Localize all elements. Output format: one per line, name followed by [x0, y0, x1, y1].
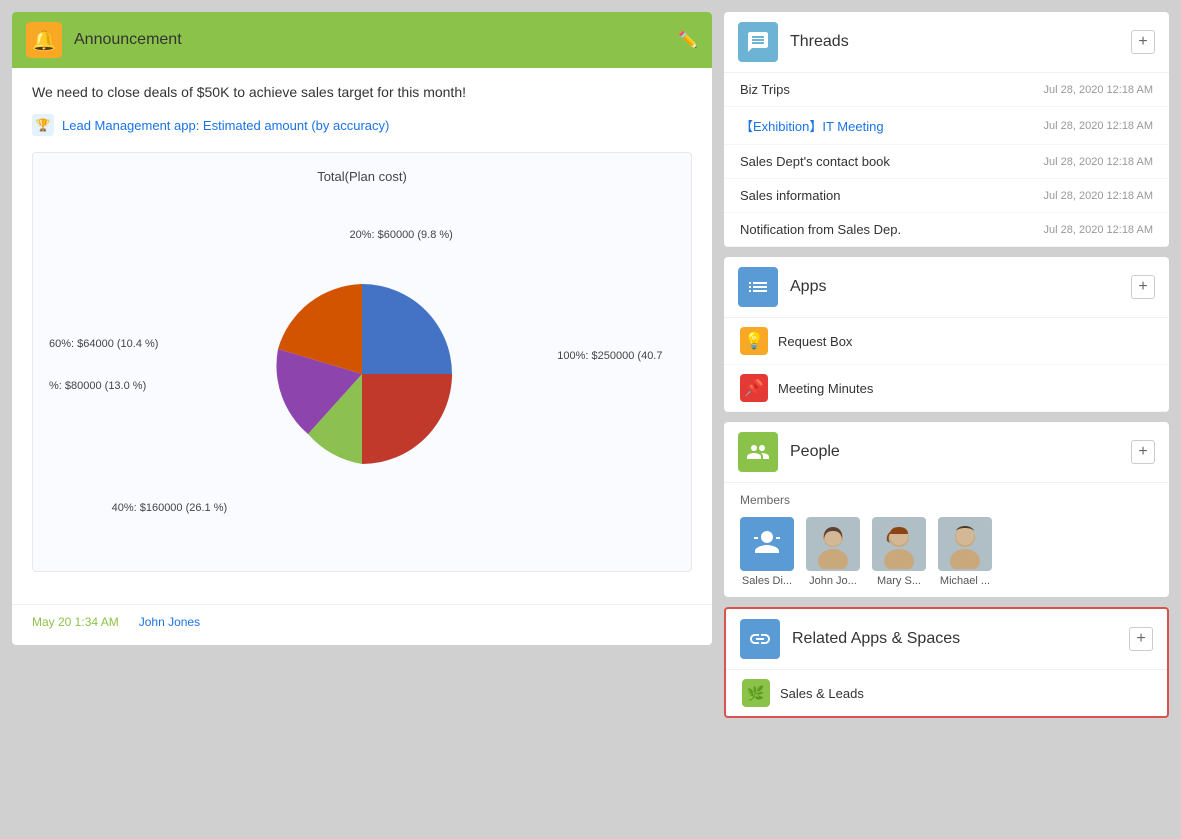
edit-icon[interactable]: ✏️ — [678, 30, 698, 50]
threads-title: Threads — [790, 33, 1119, 51]
member-avatar-john — [806, 517, 860, 571]
people-add-button[interactable]: + — [1131, 440, 1155, 464]
related-header: Related Apps & Spaces + — [726, 609, 1167, 670]
footer-author[interactable]: John Jones — [139, 615, 200, 629]
thread-date-1: Jul 28, 2020 12:18 AM — [1044, 120, 1153, 132]
related-add-button[interactable]: + — [1129, 627, 1153, 651]
apps-title: Apps — [790, 278, 1119, 296]
people-content: Members Sales Di... — [724, 483, 1169, 597]
member-avatar-sales-di — [740, 517, 794, 571]
member-name-sales-di: Sales Di... — [742, 575, 792, 587]
thread-item-1[interactable]: 【Exhibition】IT Meeting Jul 28, 2020 12:1… — [724, 107, 1169, 145]
threads-section: Threads + Biz Trips Jul 28, 2020 12:18 A… — [724, 12, 1169, 247]
member-name-john: John Jo... — [809, 575, 857, 587]
related-app-item-0[interactable]: 🌿 Sales & Leads — [726, 670, 1167, 716]
apps-header: Apps + — [724, 257, 1169, 318]
label-100: 100%: $250000 (40.7 — [557, 350, 662, 362]
member-avatar-mary — [872, 517, 926, 571]
sales-leads-icon: 🌿 — [742, 679, 770, 707]
thread-date-0: Jul 28, 2020 12:18 AM — [1044, 84, 1153, 96]
meeting-minutes-icon: 📌 — [740, 374, 768, 402]
app-link[interactable]: 🏆 Lead Management app: Estimated amount … — [32, 114, 692, 136]
related-icon — [740, 619, 780, 659]
right-panel: Threads + Biz Trips Jul 28, 2020 12:18 A… — [724, 12, 1169, 827]
thread-name-1: 【Exhibition】IT Meeting — [740, 116, 884, 135]
announcement-card: 🔔 Announcement ✏️ We need to close deals… — [12, 12, 712, 645]
related-section: Related Apps & Spaces + 🌿 Sales & Leads — [724, 607, 1169, 718]
thread-date-2: Jul 28, 2020 12:18 AM — [1044, 156, 1153, 168]
members-grid: Sales Di... John Jo... — [740, 517, 1153, 587]
people-section: People + Members Sales Di... — [724, 422, 1169, 597]
thread-name-0: Biz Trips — [740, 82, 790, 97]
threads-list: Biz Trips Jul 28, 2020 12:18 AM 【Exhibit… — [724, 73, 1169, 247]
label-pct: %: $80000 (13.0 %) — [49, 380, 146, 392]
announcement-message: We need to close deals of $50K to achiev… — [32, 84, 692, 100]
chart-title: Total(Plan cost) — [49, 169, 675, 184]
label-40: 40%: $160000 (26.1 %) — [112, 502, 228, 514]
thread-item-4[interactable]: Notification from Sales Dep. Jul 28, 202… — [724, 213, 1169, 247]
announcement-body: We need to close deals of $50K to achiev… — [12, 68, 712, 604]
label-20: 20%: $60000 (9.8 %) — [349, 229, 452, 241]
announcement-footer: May 20 1:34 AM John Jones — [12, 604, 712, 645]
apps-section: Apps + 💡 Request Box 📌 Meeting Minutes — [724, 257, 1169, 412]
thread-name-2: Sales Dept's contact book — [740, 154, 890, 169]
sales-leads-label: Sales & Leads — [780, 686, 864, 701]
app-item-1[interactable]: 📌 Meeting Minutes — [724, 365, 1169, 412]
app-link-text: Lead Management app: Estimated amount (b… — [62, 118, 389, 133]
apps-icon — [738, 267, 778, 307]
thread-date-4: Jul 28, 2020 12:18 AM — [1044, 224, 1153, 236]
member-name-mary: Mary S... — [877, 575, 921, 587]
left-panel: 🔔 Announcement ✏️ We need to close deals… — [12, 12, 712, 827]
member-avatar-michael — [938, 517, 992, 571]
pie-chart-area: 20%: $60000 (9.8 %) 60%: $64000 (10.4 %)… — [49, 204, 675, 544]
footer-date: May 20 1:34 AM — [32, 615, 119, 629]
member-mary-s[interactable]: Mary S... — [872, 517, 926, 587]
app-item-0[interactable]: 💡 Request Box — [724, 318, 1169, 365]
threads-add-button[interactable]: + — [1131, 30, 1155, 54]
member-sales-di[interactable]: Sales Di... — [740, 517, 794, 587]
people-title: People — [790, 443, 1119, 461]
thread-date-3: Jul 28, 2020 12:18 AM — [1044, 190, 1153, 202]
threads-icon — [738, 22, 778, 62]
people-header: People + — [724, 422, 1169, 483]
announcement-header: 🔔 Announcement ✏️ — [12, 12, 712, 68]
thread-name-3: Sales information — [740, 188, 840, 203]
announcement-title: Announcement — [74, 31, 666, 49]
member-name-michael: Michael ... — [940, 575, 990, 587]
member-john-jo[interactable]: John Jo... — [806, 517, 860, 587]
apps-add-button[interactable]: + — [1131, 275, 1155, 299]
people-icon — [738, 432, 778, 472]
meeting-minutes-label: Meeting Minutes — [778, 381, 873, 396]
thread-item-0[interactable]: Biz Trips Jul 28, 2020 12:18 AM — [724, 73, 1169, 107]
chart-container: Total(Plan cost) — [32, 152, 692, 572]
pie-chart-svg — [262, 274, 462, 474]
member-michael[interactable]: Michael ... — [938, 517, 992, 587]
request-box-icon: 💡 — [740, 327, 768, 355]
app-link-icon: 🏆 — [32, 114, 54, 136]
request-box-label: Request Box — [778, 334, 852, 349]
thread-name-4: Notification from Sales Dep. — [740, 222, 901, 237]
related-title: Related Apps & Spaces — [792, 630, 1117, 648]
bell-icon: 🔔 — [26, 22, 62, 58]
threads-header: Threads + — [724, 12, 1169, 73]
label-60: 60%: $64000 (10.4 %) — [49, 338, 158, 350]
thread-item-3[interactable]: Sales information Jul 28, 2020 12:18 AM — [724, 179, 1169, 213]
thread-item-2[interactable]: Sales Dept's contact book Jul 28, 2020 1… — [724, 145, 1169, 179]
members-label: Members — [740, 493, 1153, 507]
